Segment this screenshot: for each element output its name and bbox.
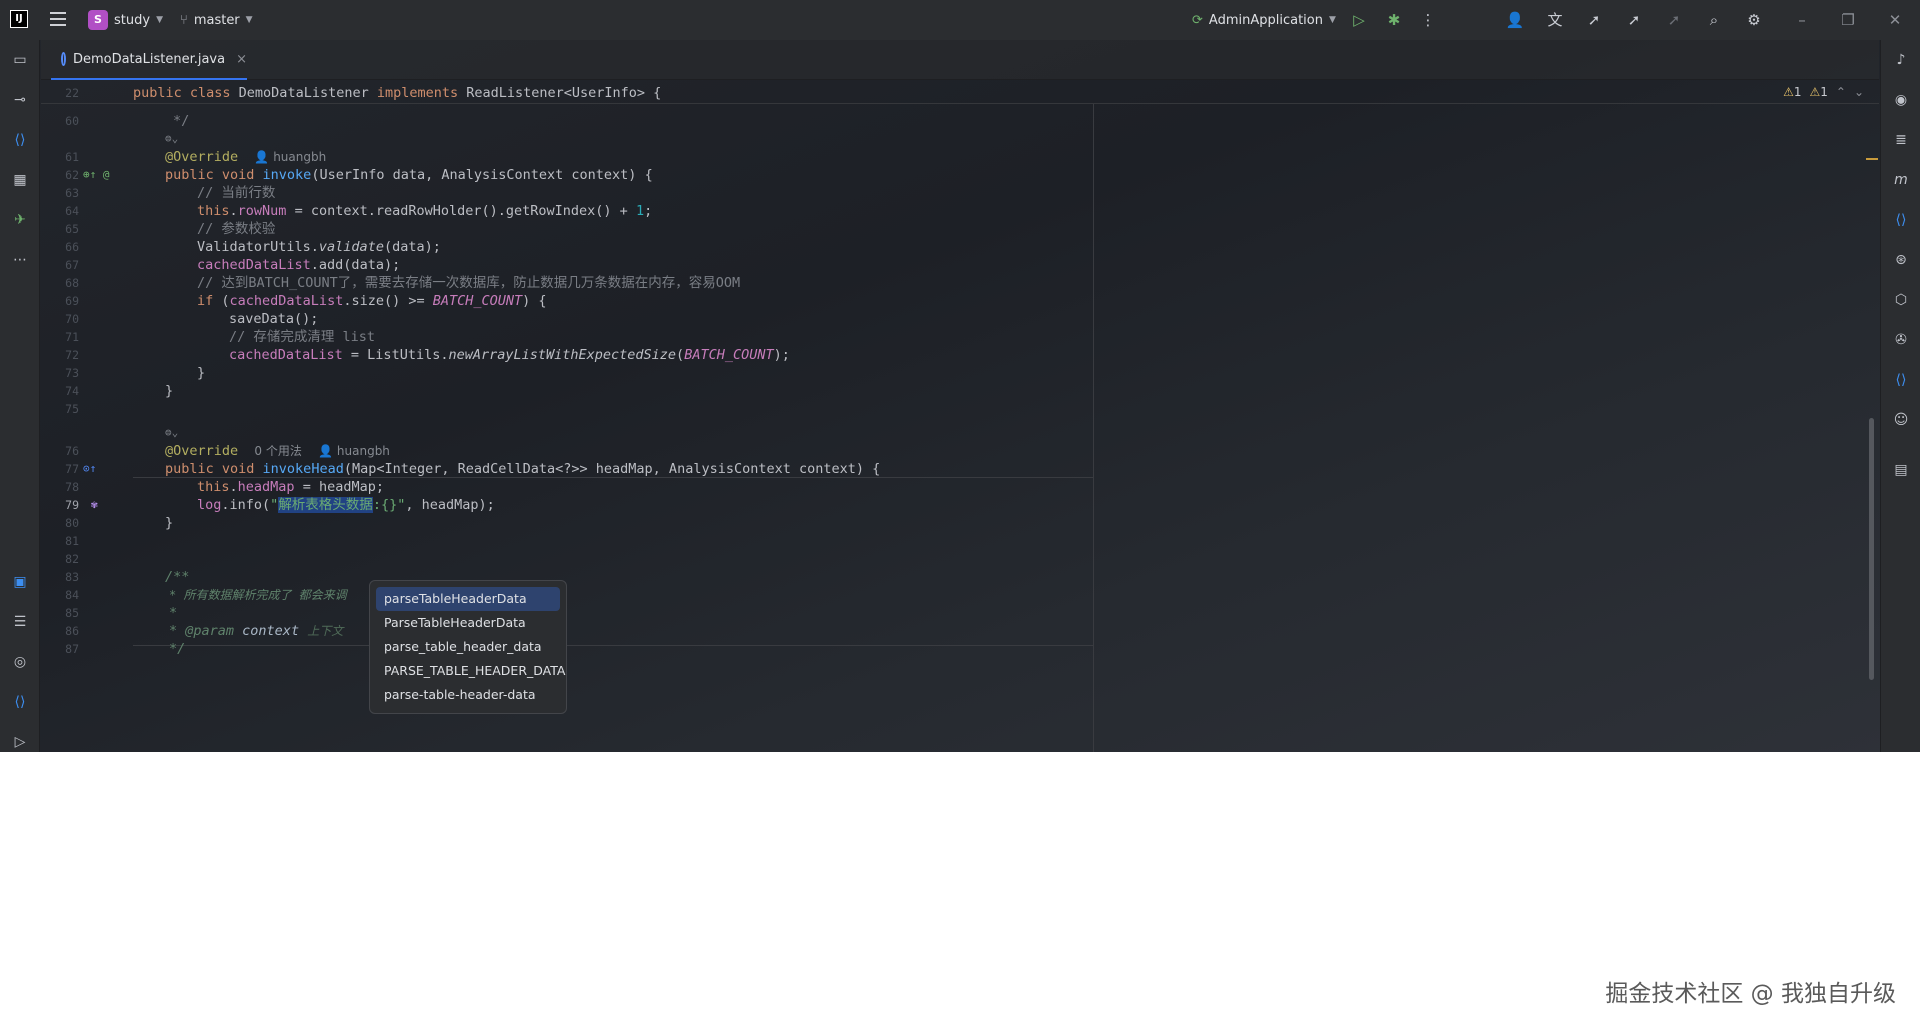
brackets-plugin-icon[interactable]: ⟨⟩ (10, 130, 30, 150)
spring-plugin-icon[interactable]: ✈ (10, 210, 30, 230)
sticky-class-header[interactable]: 22 public class DemoDataListener impleme… (41, 82, 1879, 104)
chevron-down-icon: ▼ (245, 15, 253, 25)
next-problem-icon[interactable]: ⌄ (1854, 85, 1864, 99)
more-tools-icon[interactable]: ⋯ (10, 250, 30, 270)
warning-icon: ⚠ (1783, 85, 1794, 99)
tab-demodatalistener[interactable]: DemoDataListener.java × (51, 40, 247, 80)
project-badge: S (88, 10, 108, 30)
editor-scrollbar[interactable] (1869, 418, 1874, 680)
rocket-icon[interactable]: ➚ (1584, 10, 1604, 30)
search-icon[interactable]: ⌕ (1704, 10, 1724, 30)
brackets-plugin-2-icon[interactable]: ⟨⟩ (10, 692, 30, 712)
author-hint[interactable]: 👤 huangbh (254, 150, 326, 164)
mascot-icon[interactable]: ☺ (1891, 410, 1911, 430)
chevron-down-icon: ▼ (1328, 15, 1336, 25)
right-toolbar: ♪ ◉ ≣ m ⟨⟩ ⊛ ⬡ ✇ ⟨⟩ ☺ ▤ (1880, 40, 1920, 752)
suggestion-item[interactable]: parse_table_header_data (376, 635, 560, 659)
translate-icon[interactable]: 文 (1545, 10, 1565, 30)
project-name: study (114, 12, 151, 28)
plugin-panel-icon[interactable]: ▣ (10, 572, 30, 592)
ide-window: IJ S study ▼ ⑂ master ▼ ⟳ AdminApplicati… (0, 0, 1920, 752)
chevron-down-icon: ▼ (156, 15, 163, 25)
project-folder-icon[interactable]: ▭ (10, 50, 30, 70)
add-user-icon[interactable]: 👤 (1505, 10, 1525, 30)
translate-panel-icon[interactable]: ▤ (1891, 460, 1911, 480)
suggestion-item[interactable]: parse-table-header-data (376, 683, 560, 707)
branch-selector[interactable]: ⑂ master ▼ (180, 0, 253, 40)
weak-warning-count: 1 (1820, 85, 1828, 99)
rocket-disabled-icon: ➚ (1667, 11, 1681, 29)
sticky-code: public class DemoDataListener implements… (133, 85, 662, 101)
line-number: 87 (65, 642, 79, 656)
hexagon-icon[interactable]: ⬡ (1891, 290, 1911, 310)
warning-count: 1 (1793, 85, 1802, 99)
commit-icon[interactable]: ⊸ (10, 90, 30, 110)
close-tab-icon[interactable]: × (236, 52, 247, 67)
database-icon[interactable]: ≣ (1891, 130, 1911, 150)
maven-icon[interactable]: m (1891, 170, 1911, 190)
suggestion-item[interactable]: PARSE_TABLE_HEADER_DATA (376, 659, 565, 683)
project-selector[interactable]: S study ▼ (88, 0, 163, 40)
run-config-selector[interactable]: ⟳ AdminApplication ▼ (1192, 0, 1336, 40)
editor-tab-bar: DemoDataListener.java × (41, 40, 1879, 80)
sync-icon[interactable]: ⊛ (1891, 250, 1911, 270)
ai-assistant-icon[interactable]: ◎ (10, 652, 30, 672)
code-editor[interactable]: 60 */ ⊜⌄ 61 @Override 👤 huangbh 62 ⊕↑ @ publ… (41, 104, 1879, 752)
spring-boot-icon: ⟳ (1192, 12, 1203, 28)
author-hint[interactable]: 👤 huangbh (318, 444, 390, 458)
more-actions-icon[interactable]: ⋮ (1418, 10, 1438, 30)
notifications-bell-icon[interactable]: ♪ (1891, 50, 1911, 70)
structure-icon[interactable]: ▦ (10, 170, 30, 190)
settings-gear-icon[interactable]: ⚙ (1744, 10, 1764, 30)
warning-stripe-marker[interactable] (1866, 158, 1878, 160)
naming-suggestion-popup: parseTableHeaderData ParseTableHeaderDat… (369, 580, 567, 714)
suggestion-item[interactable]: ParseTableHeaderData (376, 611, 560, 635)
selected-text: 解析表格头数据 (278, 497, 373, 513)
restore-icon[interactable]: ❐ (1838, 10, 1858, 30)
watermark: 掘金技术社区 @ 我独自升级 (1605, 981, 1896, 1007)
usages-hint[interactable]: 0 个用法 (254, 444, 301, 458)
rocket-alt-icon[interactable]: ➚ (1624, 10, 1644, 30)
debug-icon[interactable]: ✱ (1384, 10, 1404, 30)
java-class-icon (61, 52, 66, 66)
minimize-icon[interactable]: – (1792, 10, 1812, 30)
ai-chat-icon[interactable]: ◉ (1891, 90, 1911, 110)
title-bar: IJ S study ▼ ⑂ master ▼ ⟳ AdminApplicati… (0, 0, 1920, 40)
brackets-plugin-icon[interactable]: ⟨⟩ (1891, 210, 1911, 230)
brackets-plugin-3-icon[interactable]: ⟨⟩ (1891, 370, 1911, 390)
run-config-name: AdminApplication (1208, 12, 1323, 28)
branch-name: master (193, 12, 240, 28)
main-menu-icon[interactable] (50, 12, 66, 26)
run-icon[interactable]: ▷ (1349, 10, 1369, 30)
close-window-icon[interactable]: ✕ (1885, 10, 1905, 30)
code-line: */ (169, 641, 186, 657)
run-panel-icon[interactable]: ▷ (10, 732, 30, 752)
previous-problem-icon[interactable]: ⌃ (1836, 85, 1846, 99)
intellij-logo-icon[interactable]: IJ (10, 10, 28, 28)
suggestion-item[interactable]: parseTableHeaderData (376, 587, 560, 611)
tab-label: DemoDataListener.java (72, 51, 226, 67)
services-icon[interactable]: ☰ (10, 612, 30, 632)
inspection-widget[interactable]: ⚠1 ⚠1 ⌃ ⌄ (1783, 85, 1864, 99)
aperture-icon[interactable]: ✇ (1891, 330, 1911, 350)
line-number: 75 (65, 402, 79, 416)
left-toolbar: ▭ ⊸ ⟨⟩ ▦ ✈ ⋯ ▣ ☰ ◎ ⟨⟩ ▷ (0, 40, 40, 752)
weak-warning-icon: ⚠ (1809, 85, 1821, 99)
git-branch-icon: ⑂ (180, 12, 188, 28)
line-number: 22 (65, 86, 79, 100)
